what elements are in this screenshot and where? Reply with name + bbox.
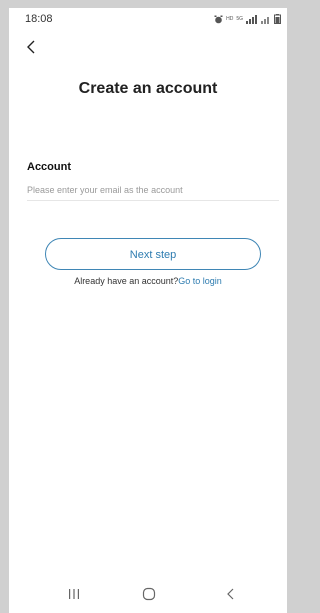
next-step-button[interactable]: Next step	[45, 238, 261, 270]
phone-screen: 18:08 HD 5G Create an account Account Pl…	[9, 8, 287, 613]
hd-icon: HD	[226, 15, 234, 22]
recents-button[interactable]	[65, 585, 83, 603]
login-prompt-text: Already have an account?	[74, 276, 179, 286]
status-time: 18:08	[25, 13, 53, 25]
home-icon	[142, 587, 156, 601]
back-button[interactable]	[23, 38, 41, 56]
system-back-button[interactable]	[222, 585, 240, 603]
login-prompt: Already have an account?Go to login	[9, 276, 287, 286]
signal-icon	[246, 14, 258, 24]
network-type: 5G	[236, 15, 243, 22]
go-to-login-link[interactable]: Go to login	[178, 276, 222, 286]
status-bar: 18:08 HD 5G	[9, 8, 287, 30]
status-icons: HD 5G	[214, 13, 281, 25]
chevron-left-icon	[27, 40, 35, 54]
account-label: Account	[27, 161, 71, 173]
email-field[interactable]	[27, 180, 279, 201]
recents-icon	[69, 589, 79, 599]
page-title: Create an account	[78, 80, 218, 97]
alarm-icon	[214, 15, 223, 24]
home-button[interactable]	[140, 585, 158, 603]
back-icon	[227, 588, 234, 600]
system-nav-bar	[9, 582, 287, 606]
signal-icon-secondary	[261, 15, 271, 24]
battery-icon	[274, 14, 281, 24]
